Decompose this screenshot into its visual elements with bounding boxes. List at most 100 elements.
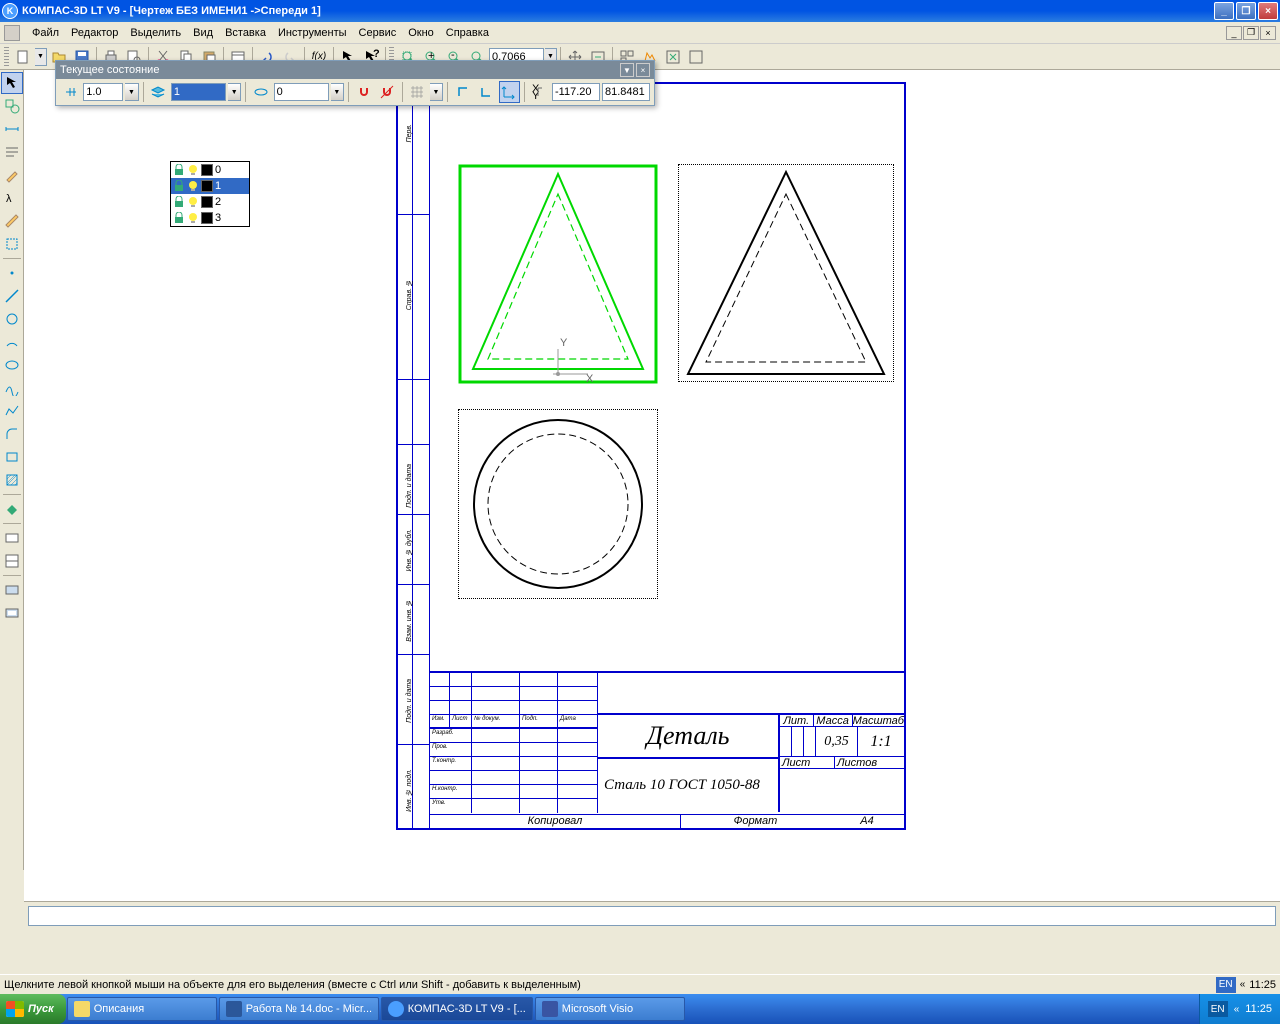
panel-close-button[interactable]: ×: [636, 63, 650, 77]
edit-tool[interactable]: [1, 164, 23, 186]
layer-input[interactable]: [171, 83, 226, 101]
hatch-tool[interactable]: [1, 469, 23, 491]
menu-tools[interactable]: Инструменты: [272, 25, 353, 41]
menu-window[interactable]: Окно: [402, 25, 440, 41]
polyline-tool[interactable]: [1, 400, 23, 422]
xy-icon[interactable]: XY: [529, 81, 550, 103]
restore-button[interactable]: ❐: [1236, 2, 1256, 20]
start-button[interactable]: Пуск: [0, 994, 66, 1024]
menu-editor[interactable]: Редактор: [65, 25, 124, 41]
taskbar-item[interactable]: Описания: [67, 997, 217, 1021]
taskbar-item[interactable]: Работа № 14.doc - Micr...: [219, 997, 379, 1021]
current-state-panel[interactable]: Текущее состояние ▼ × ▼ ▼ ▼ ▼ XY: [55, 60, 655, 106]
point-tool[interactable]: [1, 262, 23, 284]
panel1-tool[interactable]: [1, 527, 23, 549]
ellipse-tool[interactable]: [1, 354, 23, 376]
local-cs-icon[interactable]: [499, 81, 520, 103]
tray-lang[interactable]: EN: [1208, 1001, 1228, 1017]
linestyle-icon[interactable]: [250, 81, 271, 103]
arc-tool[interactable]: [1, 331, 23, 353]
side-label: Справ. №: [406, 279, 413, 310]
circle-tool[interactable]: [1, 308, 23, 330]
linestyle-input[interactable]: [274, 83, 329, 101]
panel3-tool[interactable]: [1, 579, 23, 601]
measure-tool[interactable]: [1, 210, 23, 232]
ortho-icon[interactable]: [452, 81, 473, 103]
taskbar-item[interactable]: КОМПАС-3D LT V9 - [...: [381, 997, 533, 1021]
window-titlebar: K КОМПАС-3D LT V9 - [Чертеж БЕЗ ИМЕНИ1 -…: [0, 0, 1280, 22]
view-triangle-green[interactable]: Y X: [458, 164, 658, 384]
panel-title: Текущее состояние: [60, 64, 159, 76]
svg-text:-: -: [451, 49, 455, 61]
menu-file[interactable]: Файл: [26, 25, 65, 41]
geometry-tool[interactable]: [1, 95, 23, 117]
toolbar-grip[interactable]: [4, 47, 9, 67]
close-button[interactable]: ×: [1258, 2, 1278, 20]
grid-icon[interactable]: [406, 81, 427, 103]
panel2-tool[interactable]: [1, 550, 23, 572]
side-label: Взам. инв. №: [406, 599, 413, 642]
step-dropdown[interactable]: ▼: [125, 83, 139, 101]
fillet-tool[interactable]: [1, 423, 23, 445]
notation-tool[interactable]: [1, 141, 23, 163]
step-icon[interactable]: [60, 81, 81, 103]
layer-item-0[interactable]: 0: [171, 162, 249, 178]
mdi-minimize[interactable]: _: [1226, 26, 1242, 40]
panels-tool[interactable]: [1, 498, 23, 520]
mdi-icon[interactable]: [4, 25, 20, 41]
select-tool[interactable]: [1, 72, 23, 94]
layers-icon[interactable]: [148, 81, 169, 103]
windows-flag-icon: [6, 1001, 24, 1017]
select2-tool[interactable]: [1, 233, 23, 255]
lang-indicator[interactable]: EN: [1216, 977, 1236, 993]
layer-dropdown[interactable]: ▼: [228, 83, 242, 101]
system-tray[interactable]: EN « 11:25: [1199, 994, 1280, 1024]
step-input[interactable]: [83, 83, 123, 101]
panel4-tool[interactable]: [1, 602, 23, 624]
refresh-button[interactable]: [662, 46, 684, 68]
visio-icon: [542, 1001, 558, 1017]
lock-icon: [173, 180, 185, 192]
taskbar-item[interactable]: Microsoft Visio: [535, 997, 685, 1021]
side-label: Инв. № подл.: [406, 769, 413, 812]
new-dropdown[interactable]: ▼: [35, 48, 47, 66]
svg-text:?: ?: [373, 49, 379, 60]
side-label: Подп. и дата: [406, 464, 413, 508]
menu-insert[interactable]: Вставка: [219, 25, 272, 41]
bulb-icon: [187, 180, 199, 192]
detail-name: Деталь: [598, 715, 778, 757]
layer-dropdown-popup[interactable]: 0 1 2 3: [170, 161, 250, 227]
menu-select[interactable]: Выделить: [124, 25, 187, 41]
spline-tool[interactable]: [1, 377, 23, 399]
minimize-button[interactable]: _: [1214, 2, 1234, 20]
panel-titlebar[interactable]: Текущее состояние ▼ ×: [56, 61, 654, 79]
layer-item-1[interactable]: 1: [171, 178, 249, 194]
command-input[interactable]: [28, 906, 1276, 926]
menu-service[interactable]: Сервис: [353, 25, 403, 41]
menu-help[interactable]: Справка: [440, 25, 495, 41]
param-tool[interactable]: λ: [1, 187, 23, 209]
layer-item-3[interactable]: 3: [171, 210, 249, 226]
linestyle-dropdown[interactable]: ▼: [331, 83, 345, 101]
color-swatch: [201, 164, 213, 176]
color-swatch: [201, 196, 213, 208]
color-swatch: [201, 212, 213, 224]
command-line-area: [24, 901, 1280, 929]
grid-dropdown[interactable]: ▼: [430, 83, 444, 101]
regen-button[interactable]: [685, 46, 707, 68]
new-button[interactable]: [12, 46, 34, 68]
svg-text:λ: λ: [6, 193, 12, 205]
ortho2-icon[interactable]: [475, 81, 496, 103]
line-tool[interactable]: [1, 285, 23, 307]
mdi-close[interactable]: ×: [1260, 26, 1276, 40]
mdi-restore[interactable]: ❐: [1243, 26, 1259, 40]
x-coord-input[interactable]: [552, 83, 600, 101]
dims-tool[interactable]: [1, 118, 23, 140]
y-coord-input[interactable]: [602, 83, 650, 101]
snap-on-icon[interactable]: [353, 81, 374, 103]
layer-item-2[interactable]: 2: [171, 194, 249, 210]
menu-view[interactable]: Вид: [187, 25, 219, 41]
panel-menu-button[interactable]: ▼: [620, 63, 634, 77]
rect-tool[interactable]: [1, 446, 23, 468]
snap-off-icon[interactable]: [376, 81, 397, 103]
